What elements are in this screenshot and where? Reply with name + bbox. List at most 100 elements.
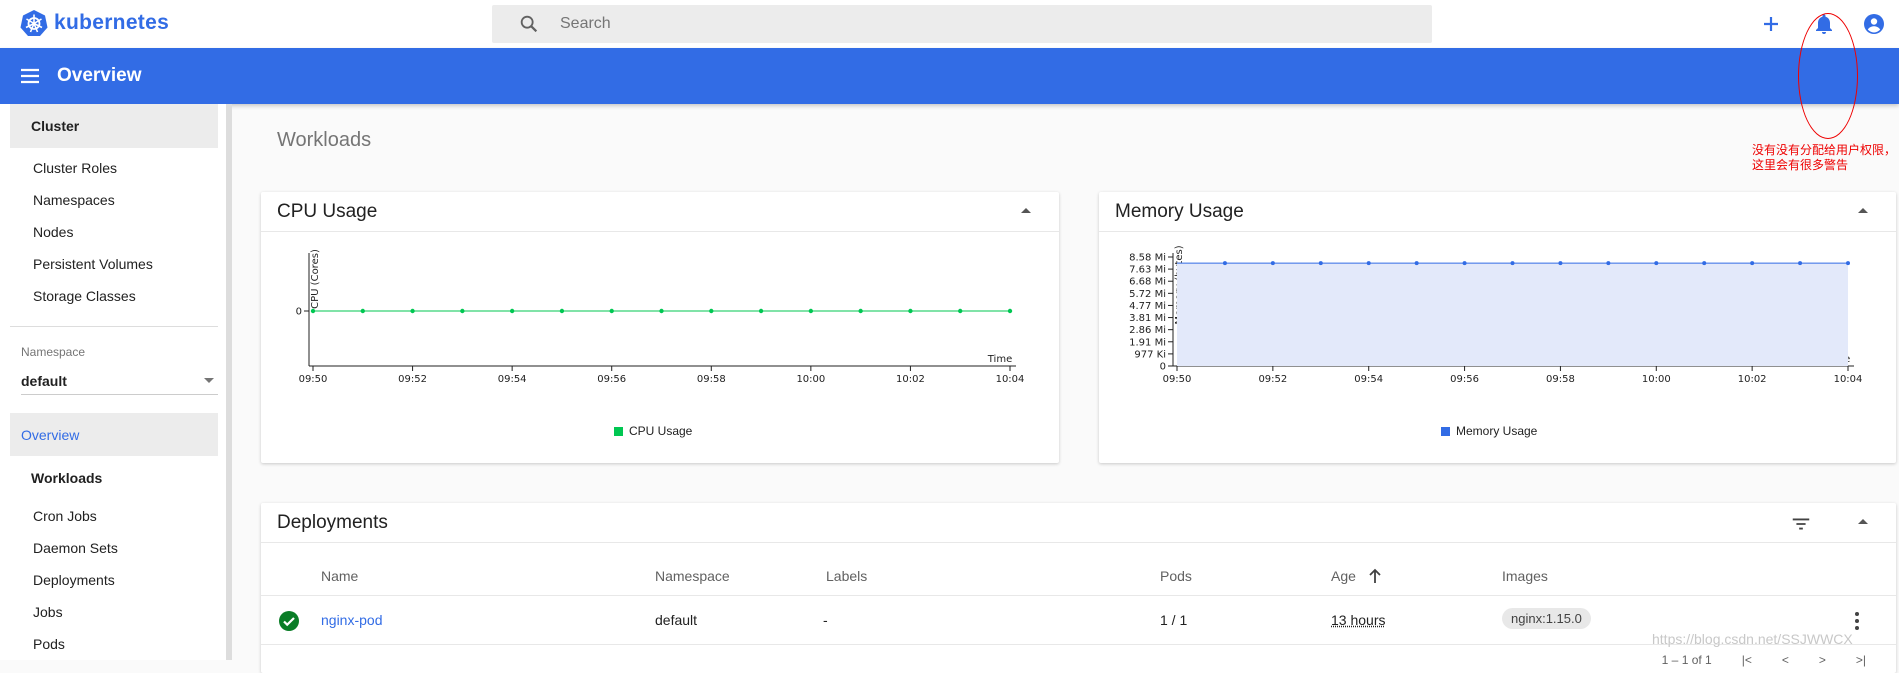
cpu-data-point [360, 308, 365, 314]
y-tick-label: 7.63 Mi [1129, 265, 1166, 276]
y-tick-label: 8.58 Mi [1129, 253, 1166, 264]
memory-data-point [1462, 261, 1467, 266]
x-tick-label: 09:50 [299, 374, 328, 385]
sidebar-workloads-header[interactable]: Workloads [10, 456, 218, 500]
cpu-legend-swatch [614, 426, 623, 436]
sidebar-item-cluster-roles[interactable]: Cluster Roles [0, 152, 226, 184]
page-title: Overview [57, 65, 142, 86]
memory-data-point [1318, 261, 1323, 266]
sidebar-item-daemon-sets[interactable]: Daemon Sets [0, 532, 226, 564]
column-labels: Labels [826, 568, 868, 584]
top-bar: kubernetes Search [0, 0, 1899, 48]
y-axis-label: CPU (Cores) [310, 249, 321, 309]
annotation-text: 没有没有分配给用户权限， 这里会有很多警告 [1752, 143, 1897, 172]
cpu-data-point [808, 308, 814, 314]
x-tick-label: 10:02 [1738, 374, 1767, 385]
column-images: Images [1502, 568, 1548, 584]
memory-data-point [1702, 261, 1707, 266]
sidebar-item-jobs[interactable]: Jobs [0, 596, 226, 628]
y-tick-label: 1.91 Mi [1129, 337, 1166, 348]
cpu-chart: 09:50 09:52 09:54 09:56 09:58 10:00 10:02 10:04… [296, 249, 1025, 385]
memory-card-header: Memory Usage [1099, 192, 1896, 232]
pagination-range: 1 – 1 of 1 [1661, 653, 1712, 667]
prev-page-icon[interactable]: < [1782, 653, 1789, 667]
cpu-data-point [460, 308, 465, 314]
memory-data-point [1798, 261, 1803, 266]
x-tick-label: 09:56 [1450, 374, 1479, 385]
sidebar-item-persistent-volumes[interactable]: Persistent Volumes [0, 248, 226, 280]
deployment-labels: - [823, 612, 828, 628]
y-tick-label: 4.77 Mi [1129, 301, 1166, 312]
memory-data-point [1510, 261, 1515, 266]
sort-ascending-icon[interactable] [1368, 568, 1382, 584]
y-tick-label: 2.86 Mi [1129, 325, 1166, 336]
add-icon[interactable] [1759, 12, 1783, 36]
y-tick-label: 3.81 Mi [1129, 313, 1166, 324]
cpu-data-point [1007, 308, 1013, 314]
namespace-label: Namespace [21, 345, 86, 359]
x-tick-label: 09:54 [498, 374, 527, 385]
section-title: Workloads [277, 129, 372, 151]
sidebar-item-cron-jobs[interactable]: Cron Jobs [0, 500, 226, 532]
filter-icon[interactable] [1790, 513, 1812, 535]
memory-data-point [1750, 261, 1755, 266]
sidebar-item-overview[interactable]: Overview [10, 413, 218, 456]
memory-data-point [1846, 261, 1850, 266]
memory-data-point [1558, 261, 1563, 266]
y-tick-label: 5.72 Mi [1129, 289, 1166, 300]
pagination: 1 – 1 of 1 |< < > >| [1662, 653, 1866, 667]
sidebar-item-storage-classes[interactable]: Storage Classes [0, 280, 226, 312]
sidebar-divider [10, 326, 218, 327]
first-page-icon[interactable]: |< [1742, 653, 1752, 667]
next-page-icon[interactable]: > [1819, 653, 1826, 667]
sidebar-cluster-header[interactable]: Cluster [10, 104, 218, 148]
deployments-card: Deployments Name Namespace Labels Pods A… [261, 503, 1896, 673]
cpu-data-point [310, 308, 316, 314]
cpu-data-point [609, 308, 614, 314]
deployment-age[interactable]: 13 hours [1331, 612, 1385, 628]
menu-icon[interactable] [18, 64, 42, 88]
deployments-title: Deployments [277, 511, 388, 533]
y-tick-label: 6.68 Mi [1129, 277, 1166, 288]
collapse-icon[interactable] [1858, 208, 1868, 213]
collapse-icon[interactable] [1858, 519, 1868, 524]
table-header-row: Name Namespace Labels Pods Age Images [261, 556, 1896, 596]
x-tick-label: 09:52 [1258, 374, 1287, 385]
deployments-header: Deployments [261, 503, 1896, 543]
last-page-icon[interactable]: >| [1856, 653, 1866, 667]
x-tick-label: 09:54 [1354, 374, 1383, 385]
cpu-card-title: CPU Usage [277, 200, 378, 222]
sidebar-item-namespaces[interactable]: Namespaces [0, 184, 226, 216]
more-vert-icon[interactable] [1854, 610, 1860, 632]
cpu-data-point [758, 308, 764, 314]
memory-data-point [1270, 261, 1275, 266]
memory-card-title: Memory Usage [1115, 200, 1244, 222]
memory-data-point [1222, 261, 1227, 266]
x-tick-label: 09:58 [1546, 374, 1575, 385]
status-ok-icon [279, 611, 299, 631]
namespace-select[interactable]: default [21, 367, 218, 395]
account-icon[interactable] [1862, 12, 1886, 36]
sidebar-item-pods[interactable]: Pods [0, 628, 226, 660]
search-input[interactable]: Search [492, 5, 1432, 43]
collapse-icon[interactable] [1021, 208, 1031, 213]
dropdown-arrow-icon [204, 378, 214, 383]
column-name[interactable]: Name [321, 568, 358, 584]
column-namespace[interactable]: Namespace [655, 568, 730, 584]
cpu-data-point [908, 308, 913, 314]
cpu-data-point [559, 308, 565, 314]
table-row[interactable]: nginx-pod default - 1 / 1 13 hours nginx… [261, 597, 1896, 645]
kubernetes-logo[interactable]: kubernetes [20, 9, 169, 37]
brand-name: kubernetes [54, 11, 170, 34]
cpu-data-point [410, 308, 415, 314]
column-age[interactable]: Age [1331, 568, 1356, 584]
sidebar-item-nodes[interactable]: Nodes [0, 216, 226, 248]
memory-area-fill [1177, 263, 1848, 366]
search-icon [520, 15, 538, 33]
sidebar: Cluster Cluster Roles Namespaces Nodes P… [0, 104, 232, 660]
sidebar-item-deployments[interactable]: Deployments [0, 564, 226, 596]
x-tick-label: 10:02 [896, 374, 925, 385]
memory-legend-label: Memory Usage [1456, 424, 1538, 438]
cpu-legend: CPU Usage [614, 424, 692, 438]
deployment-name-link[interactable]: nginx-pod [321, 612, 383, 628]
